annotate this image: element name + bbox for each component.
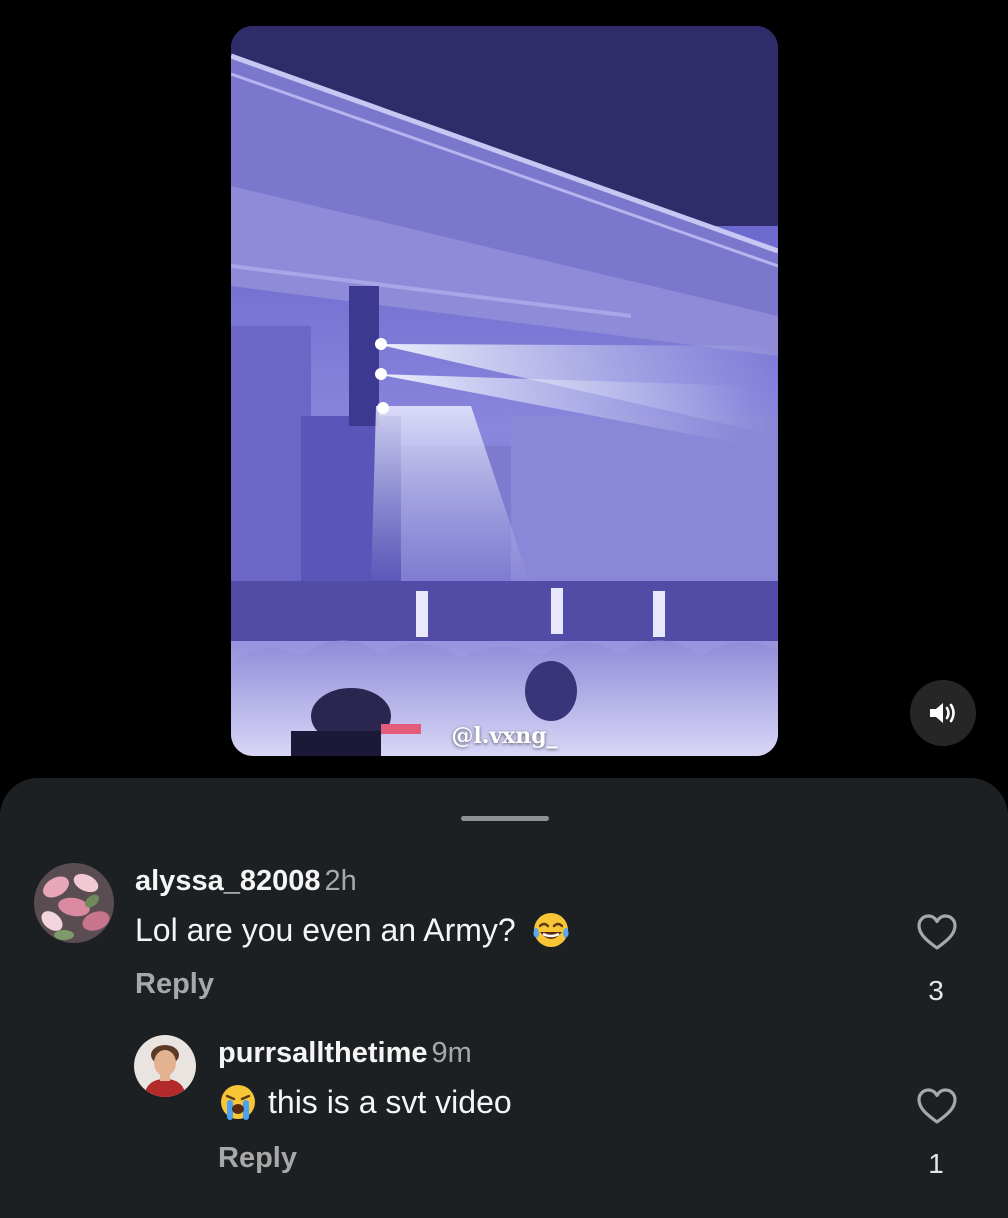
comment-body: Lol are you even an Army? [135, 912, 516, 948]
like-count: 3 [928, 975, 944, 1006]
comment-timestamp: 2h [324, 865, 357, 897]
heart-outline-icon[interactable] [916, 1087, 958, 1125]
username[interactable]: alyssa_82008 [135, 865, 320, 897]
person-avatar-icon [134, 1035, 196, 1097]
like-count: 1 [928, 1148, 944, 1179]
sheet-drag-handle[interactable] [461, 816, 549, 821]
loudly-crying-face-icon [221, 1084, 255, 1120]
comment-body: this is a svt video [268, 1084, 512, 1120]
flowers-avatar-icon [34, 863, 114, 943]
comment-header: purrsallthetime 9m [218, 1037, 472, 1070]
avatar[interactable] [134, 1035, 196, 1097]
heart-outline-icon[interactable] [916, 913, 958, 951]
concert-video-frame [231, 26, 778, 756]
comment-text: this is a svt video [218, 1084, 512, 1122]
speaker-volume-icon [930, 703, 955, 723]
video-player[interactable]: @l.vxng_ [231, 26, 778, 756]
avatar[interactable] [34, 863, 114, 943]
face-with-tears-of-joy-icon [532, 912, 569, 947]
comment-header: alyssa_82008 2h [135, 865, 357, 898]
comment-text: Lol are you even an Army? [135, 912, 571, 950]
video-watermark: @l.vxng_ [451, 723, 558, 749]
sound-toggle-button[interactable] [910, 680, 976, 746]
username[interactable]: purrsallthetime [218, 1037, 428, 1069]
reply-button[interactable]: Reply [218, 1142, 297, 1175]
comment-timestamp: 9m [431, 1037, 472, 1069]
reply-button[interactable]: Reply [135, 968, 214, 1001]
